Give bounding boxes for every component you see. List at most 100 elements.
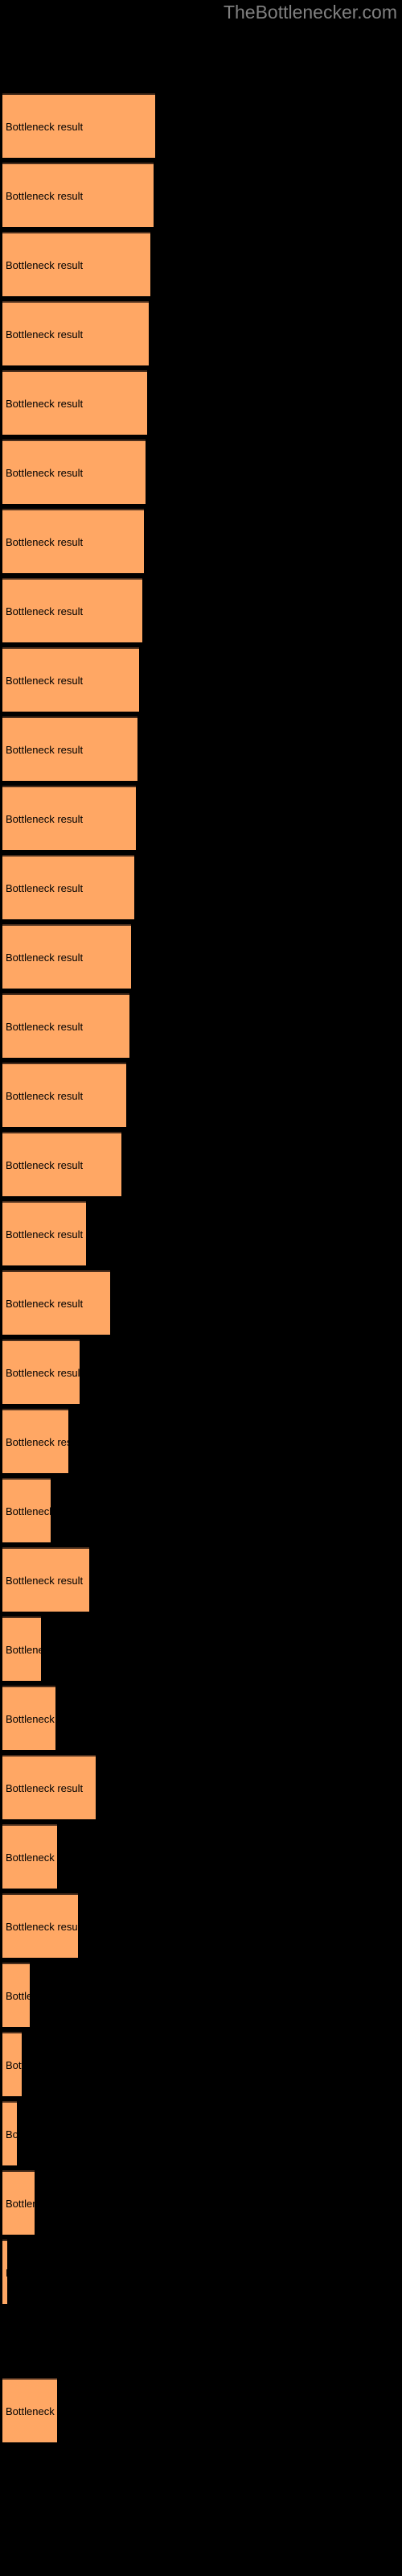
bar-row: Bottleneck result	[0, 163, 402, 227]
bar-row: Bottleneck result	[0, 2032, 402, 2096]
bar-row: Bottleneck result	[0, 232, 402, 296]
bar-row: Bottleneck result	[0, 1893, 402, 1958]
bar-row: Bottleneck result	[0, 2378, 402, 2442]
bar-15[interactable]: Bottleneck result	[2, 1063, 126, 1127]
bar-label: Bottleneck result	[6, 1436, 68, 1448]
bar-label: Bottleneck result	[6, 744, 84, 756]
bar-row: Bottleneck result	[0, 1547, 402, 1612]
bar-label: Bottleneck result	[6, 2241, 7, 2304]
bar-32[interactable]: Bottleneck result	[2, 2240, 7, 2304]
bar-34[interactable]: Bottleneck result	[2, 2378, 57, 2442]
bar-row: Bottleneck result	[0, 716, 402, 781]
bar-row: Bottleneck result	[0, 993, 402, 1058]
bar-2[interactable]: Bottleneck result	[2, 163, 154, 227]
bar-label: Bottleneck result	[6, 2405, 57, 2417]
bar-26[interactable]: Bottleneck result	[2, 1824, 57, 1889]
bar-16[interactable]: Bottleneck result	[2, 1132, 121, 1196]
bar-14[interactable]: Bottleneck result	[2, 993, 129, 1058]
bar-label: Bottleneck result	[6, 2059, 22, 2071]
bar-10[interactable]: Bottleneck result	[2, 716, 137, 781]
bar-31[interactable]: Bottleneck result	[2, 2170, 35, 2235]
bar-label: Bottleneck result	[6, 2128, 17, 2140]
bar-row: Bottleneck result	[0, 1063, 402, 1127]
bar-7[interactable]: Bottleneck result	[2, 509, 144, 573]
bar-label: Bottleneck result	[6, 1990, 30, 2002]
bar-19[interactable]: Bottleneck result	[2, 1340, 80, 1404]
horizontal-bar-chart: Bottleneck result Bottleneck result Bottle…	[0, 0, 402, 2576]
bar-13[interactable]: Bottleneck result	[2, 924, 131, 989]
bar-12[interactable]: Bottleneck result	[2, 855, 134, 919]
bar-row: Bottleneck result	[0, 1616, 402, 1681]
bar-label: Bottleneck result	[6, 1367, 80, 1379]
bar-22[interactable]: Bottleneck result	[2, 1547, 89, 1612]
bar-row: Bottleneck result	[0, 1270, 402, 1335]
bar-28[interactable]: Bottleneck result	[2, 1963, 30, 2027]
bar-row: Bottleneck result	[0, 2240, 402, 2304]
bar-row: Bottleneck result	[0, 1409, 402, 1473]
bar-label: Bottleneck result	[6, 121, 84, 133]
bar-row: Bottleneck result	[0, 924, 402, 989]
bar-row: Bottleneck result	[0, 93, 402, 158]
bar-5[interactable]: Bottleneck result	[2, 370, 147, 435]
bar-row: Bottleneck result	[0, 1686, 402, 1750]
bar-9[interactable]: Bottleneck result	[2, 647, 139, 712]
bar-row: Bottleneck result	[0, 2101, 402, 2165]
bar-label: Bottleneck result	[6, 536, 84, 548]
bar-label: Bottleneck result	[6, 1852, 57, 1864]
bar-30[interactable]: Bottleneck result	[2, 2101, 17, 2165]
bar-29[interactable]: Bottleneck result	[2, 2032, 22, 2096]
bar-label: Bottleneck result	[6, 952, 84, 964]
bar-25[interactable]: Bottleneck result	[2, 1755, 96, 1819]
bar-24[interactable]: Bottleneck result	[2, 1686, 55, 1750]
bar-1[interactable]: Bottleneck result	[2, 93, 155, 158]
chart-page: TheBottlenecker.com Bottleneck result Bot…	[0, 0, 402, 2576]
bar-row: Bottleneck result	[0, 1132, 402, 1196]
bar-label: Bottleneck result	[6, 1921, 78, 1933]
bar-row: Bottleneck result	[0, 578, 402, 642]
bar-18[interactable]: Bottleneck result	[2, 1270, 110, 1335]
bar-label: Bottleneck result	[6, 882, 84, 894]
bar-label: Bottleneck result	[6, 675, 84, 687]
bar-row: Bottleneck result	[0, 1340, 402, 1404]
bar-label: Bottleneck result	[6, 1505, 51, 1517]
bar-17[interactable]: Bottleneck result	[2, 1201, 86, 1265]
bar-label: Bottleneck result	[6, 1298, 84, 1310]
bar-label: Bottleneck result	[6, 328, 84, 341]
bar-label: Bottleneck result	[6, 2198, 35, 2210]
bar-27[interactable]: Bottleneck result	[2, 1893, 78, 1958]
bar-label: Bottleneck result	[6, 813, 84, 825]
bar-label: Bottleneck result	[6, 1782, 84, 1794]
bar-label: Bottleneck result	[6, 605, 84, 617]
bar-6[interactable]: Bottleneck result	[2, 440, 146, 504]
bar-label: Bottleneck result	[6, 1644, 41, 1656]
bar-label: Bottleneck result	[6, 398, 84, 410]
bar-label: Bottleneck result	[6, 259, 84, 271]
bar-row: Bottleneck result	[0, 370, 402, 435]
bar-row: Bottleneck result	[0, 1201, 402, 1265]
bar-3[interactable]: Bottleneck result	[2, 232, 150, 296]
bar-row: Bottleneck result	[0, 855, 402, 919]
bar-row: Bottleneck result	[0, 509, 402, 573]
bar-23[interactable]: Bottleneck result	[2, 1616, 41, 1681]
bar-label: Bottleneck result	[6, 1090, 84, 1102]
bar-row: Bottleneck result	[0, 2309, 402, 2373]
bar-11[interactable]: Bottleneck result	[2, 786, 136, 850]
bar-label: Bottleneck result	[6, 467, 84, 479]
bar-row: Bottleneck result	[0, 1963, 402, 2027]
bar-label: Bottleneck result	[6, 1713, 55, 1725]
bar-20[interactable]: Bottleneck result	[2, 1409, 68, 1473]
bar-label: Bottleneck result	[6, 1021, 84, 1033]
bar-row: Bottleneck result	[0, 1478, 402, 1542]
bar-row: Bottleneck result	[0, 2170, 402, 2235]
bar-label: Bottleneck result	[6, 190, 84, 202]
bar-label: Bottleneck result	[6, 1228, 84, 1241]
bar-21[interactable]: Bottleneck result	[2, 1478, 51, 1542]
bar-8[interactable]: Bottleneck result	[2, 578, 142, 642]
bar-row: Bottleneck result	[0, 1755, 402, 1819]
bar-row: Bottleneck result	[0, 1824, 402, 1889]
bar-label: Bottleneck result	[6, 1159, 84, 1171]
bar-row: Bottleneck result	[0, 647, 402, 712]
bar-row: Bottleneck result	[0, 440, 402, 504]
bar-label: Bottleneck result	[6, 1575, 84, 1587]
bar-4[interactable]: Bottleneck result	[2, 301, 149, 365]
